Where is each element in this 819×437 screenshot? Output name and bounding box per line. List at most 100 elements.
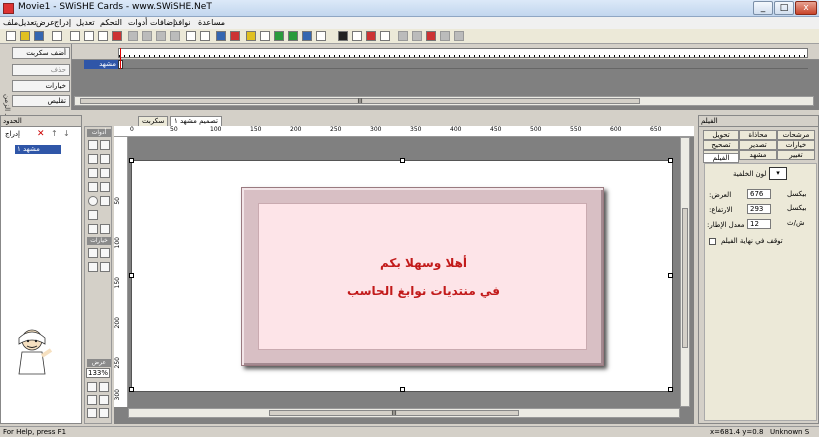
timeline-scroll-thumb[interactable]: III xyxy=(80,98,640,105)
open-folder-icon[interactable] xyxy=(20,31,30,41)
cut-icon[interactable] xyxy=(70,31,80,41)
delete-x-icon[interactable]: ✕ xyxy=(37,130,45,139)
delete-button[interactable]: حذف xyxy=(12,64,70,76)
tab-scene[interactable]: مشهد xyxy=(739,150,777,160)
arrow-up-icon[interactable]: ↑ xyxy=(51,130,59,138)
fast-forward-icon[interactable] xyxy=(454,31,464,41)
welcome-text-line2[interactable]: في منتديات نوابغ الحاسب xyxy=(259,284,588,298)
zoom-all-icon[interactable] xyxy=(99,382,109,392)
step-forward-icon[interactable] xyxy=(440,31,450,41)
tab-align[interactable]: محاذاة xyxy=(739,130,777,140)
select-tool-icon[interactable] xyxy=(88,140,98,150)
tab-script[interactable]: سكربت xyxy=(138,116,169,126)
resize-handle[interactable] xyxy=(400,158,405,163)
save-icon[interactable] xyxy=(34,31,44,41)
zoom-tool-icon[interactable] xyxy=(100,224,110,234)
menu-windows[interactable]: نوافذ xyxy=(174,17,191,29)
menu-modify[interactable]: تعديل xyxy=(76,17,95,29)
tab-scene-design[interactable]: تصميم مشهد ١ xyxy=(170,116,222,126)
resize-handle[interactable] xyxy=(129,158,134,163)
menu-tools[interactable]: أدوات xyxy=(128,17,147,29)
ellipse-tool-icon[interactable] xyxy=(88,196,98,206)
grid-icon[interactable] xyxy=(87,408,97,418)
menu-view[interactable]: عرض xyxy=(36,17,55,29)
zoom-in-icon[interactable] xyxy=(87,395,97,405)
stage-vscroll-thumb[interactable] xyxy=(682,208,688,348)
pen-tool-icon[interactable] xyxy=(88,182,98,192)
align-option-icon[interactable] xyxy=(100,248,110,258)
tab-change[interactable]: تغيير xyxy=(777,150,815,160)
step-back-icon[interactable] xyxy=(412,31,422,41)
width-input[interactable]: 676 xyxy=(747,189,771,199)
scene-item[interactable]: مشهد ١ xyxy=(15,145,61,154)
menu-help[interactable]: مساعدة xyxy=(198,17,225,29)
transform-tool-icon[interactable] xyxy=(100,154,110,164)
play-effect-icon[interactable] xyxy=(380,31,390,41)
menu-file[interactable]: ملف xyxy=(3,17,18,29)
tab-options[interactable]: خيارات xyxy=(777,140,815,150)
timeline-track[interactable] xyxy=(118,60,808,69)
motion-option-icon[interactable] xyxy=(100,262,110,272)
gem-icon[interactable] xyxy=(230,31,240,41)
arrow-down-icon[interactable]: ↓ xyxy=(63,130,71,138)
insert-image-icon[interactable] xyxy=(302,31,312,41)
paste-icon[interactable] xyxy=(98,31,108,41)
stage-hscroll-thumb[interactable]: III xyxy=(269,410,519,417)
guides-icon[interactable] xyxy=(99,408,109,418)
insert-content-icon[interactable] xyxy=(316,31,326,41)
autoshape-tool-icon[interactable] xyxy=(88,210,98,220)
move-down-icon[interactable] xyxy=(142,31,152,41)
timeline-ruler[interactable] xyxy=(118,48,808,58)
redo-icon[interactable] xyxy=(200,31,210,41)
tab-export[interactable]: تصدير xyxy=(739,140,777,150)
rectangle-tool-icon[interactable] xyxy=(100,196,110,206)
resize-handle[interactable] xyxy=(668,158,673,163)
stop-at-end-checkbox[interactable] xyxy=(709,238,716,245)
minimize-button[interactable]: _ xyxy=(753,1,773,15)
pencil-tool-icon[interactable] xyxy=(100,168,110,178)
insert-text-icon[interactable] xyxy=(260,31,270,41)
welcome-text-line1[interactable]: أهلا وسهلا بكم xyxy=(259,256,588,270)
resize-handle[interactable] xyxy=(400,387,405,392)
play-scene-icon[interactable] xyxy=(366,31,376,41)
shrink-button[interactable]: تقليص xyxy=(12,95,70,107)
stage-horizontal-scrollbar[interactable]: III xyxy=(128,408,680,418)
timeline-playhead[interactable] xyxy=(120,48,121,69)
insert-label[interactable]: إدراج xyxy=(5,130,20,138)
timeline-track-label[interactable]: مشهد xyxy=(84,60,118,69)
timeline-scrollbar[interactable]: III xyxy=(74,96,814,106)
add-script-button[interactable]: أضف سكربت xyxy=(12,47,70,59)
menu-addons[interactable]: إضافات xyxy=(150,17,175,29)
copy-icon[interactable] xyxy=(84,31,94,41)
pivot-option-icon[interactable] xyxy=(88,262,98,272)
delete-icon[interactable] xyxy=(112,31,122,41)
resize-handle[interactable] xyxy=(129,273,134,278)
close-button[interactable]: x xyxy=(795,1,817,15)
move-top-icon[interactable] xyxy=(156,31,166,41)
move-up-icon[interactable] xyxy=(128,31,138,41)
effects-icon[interactable] xyxy=(216,31,226,41)
text-tool-icon[interactable] xyxy=(100,182,110,192)
resize-handle[interactable] xyxy=(668,273,673,278)
play-icon[interactable] xyxy=(352,31,362,41)
insert-button-icon[interactable] xyxy=(274,31,284,41)
stage-vertical-scrollbar[interactable] xyxy=(680,137,690,407)
maximize-button[interactable]: □ xyxy=(774,1,794,15)
zoom-select[interactable]: 133% xyxy=(86,368,110,378)
stop-icon[interactable] xyxy=(338,31,348,41)
insert-scene-icon[interactable] xyxy=(246,31,256,41)
frame-rate-input[interactable]: 12 xyxy=(747,219,771,229)
zoom-fit-icon[interactable] xyxy=(87,382,97,392)
snap-option-icon[interactable] xyxy=(88,248,98,258)
menu-insert[interactable]: إدراج xyxy=(54,17,71,29)
find-icon[interactable] xyxy=(52,31,62,41)
options-button[interactable]: خيارات xyxy=(12,80,70,92)
insert-sprite-icon[interactable] xyxy=(288,31,298,41)
menu-edit[interactable]: تعديل xyxy=(18,17,37,29)
line-tool-icon[interactable] xyxy=(88,168,98,178)
tab-filters[interactable]: مرشحات xyxy=(777,130,815,140)
undo-icon[interactable] xyxy=(186,31,196,41)
rewind-icon[interactable] xyxy=(398,31,408,41)
tab-transform[interactable]: تحويل xyxy=(703,130,739,140)
move-bottom-icon[interactable] xyxy=(170,31,180,41)
